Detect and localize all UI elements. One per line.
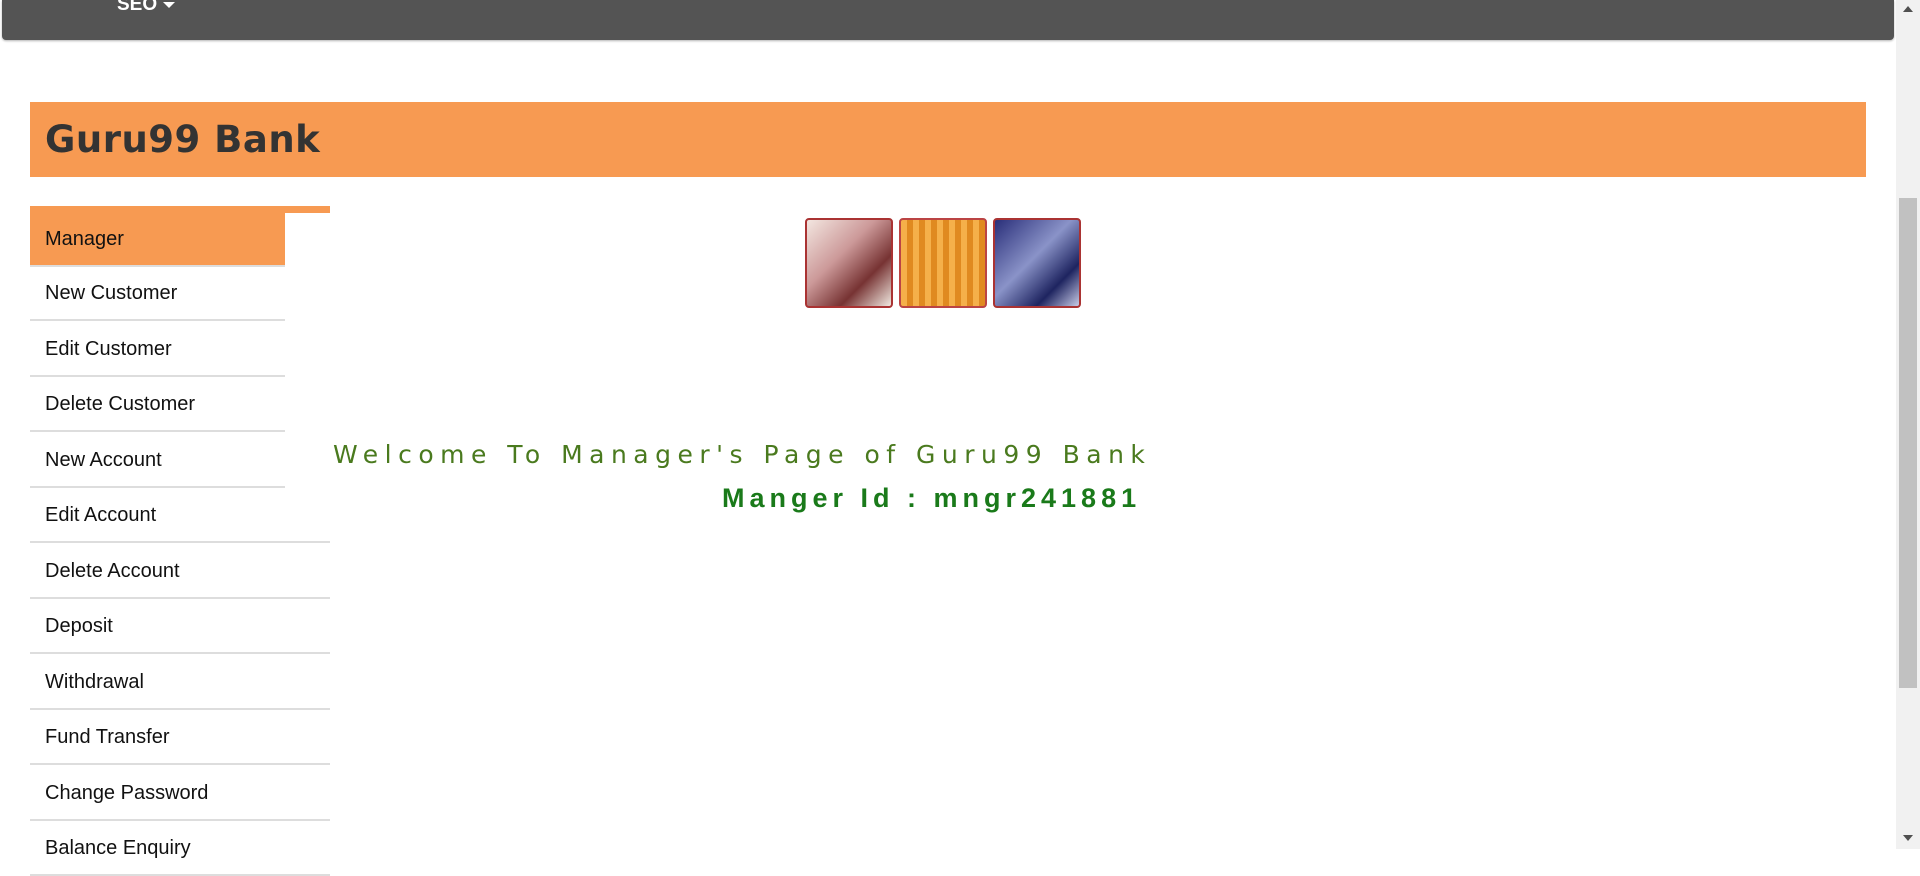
menu-item-change-password[interactable]: Change Password (30, 767, 330, 821)
menu-item-label: Edit Account (45, 503, 157, 526)
menu-item-label: Change Password (45, 781, 209, 804)
menu-item-withdrawal[interactable]: Withdrawal (30, 656, 330, 710)
menu-item-label: Fund Transfer (45, 725, 170, 748)
worker-image-icon (993, 218, 1081, 308)
menu-item-fund-transfer[interactable]: Fund Transfer (30, 711, 330, 765)
scrollbar-thumb[interactable] (1899, 198, 1917, 688)
vertical-scrollbar[interactable] (1896, 0, 1920, 849)
seo-dropdown[interactable]: SEO (117, 0, 176, 16)
scroll-up-arrow-icon[interactable] (1903, 6, 1913, 12)
menu-item-label: New Account (45, 448, 162, 471)
phone-user-image-icon (805, 218, 893, 308)
menu-item-new-customer[interactable]: New Customer (30, 267, 285, 321)
menu-item-new-account[interactable]: New Account (30, 434, 285, 488)
caret-down-icon (163, 2, 176, 8)
menu-item-edit-customer[interactable]: Edit Customer (30, 323, 285, 377)
menu-item-label: Edit Customer (45, 337, 172, 360)
coins-image-icon (899, 218, 987, 308)
welcome-message: Welcome To Manager's Page of Guru99 Bank (333, 440, 1152, 469)
menu-item-manager[interactable]: Manager (30, 213, 285, 267)
scroll-down-arrow-icon[interactable] (1903, 835, 1913, 841)
menu-item-delete-account[interactable]: Delete Account (30, 545, 330, 599)
manager-id-text: Manger Id : mngr241881 (722, 483, 1142, 513)
menu-item-label: Manager (45, 227, 124, 250)
menu-item-label: Withdrawal (45, 670, 144, 693)
menu-item-balance-enquiry[interactable]: Balance Enquiry (30, 822, 330, 876)
menu-item-label: New Customer (45, 281, 178, 304)
top-navbar: SEO (2, 0, 1894, 40)
menu-item-delete-customer[interactable]: Delete Customer (30, 378, 285, 432)
menu-accent-bar (30, 206, 330, 213)
bank-header-banner: Guru99 Bank (30, 102, 1866, 177)
menu-item-deposit[interactable]: Deposit (30, 600, 330, 654)
menu-item-label: Balance Enquiry (45, 836, 191, 859)
menu-item-edit-account[interactable]: Edit Account (30, 489, 330, 543)
menu-item-label: Deposit (45, 614, 113, 637)
seo-dropdown-label: SEO (117, 0, 158, 15)
bank-title: Guru99 Bank (45, 118, 321, 161)
bank-logo-images (805, 218, 1081, 308)
menu-item-label: Delete Account (45, 559, 180, 582)
menu-item-label: Delete Customer (45, 392, 196, 415)
